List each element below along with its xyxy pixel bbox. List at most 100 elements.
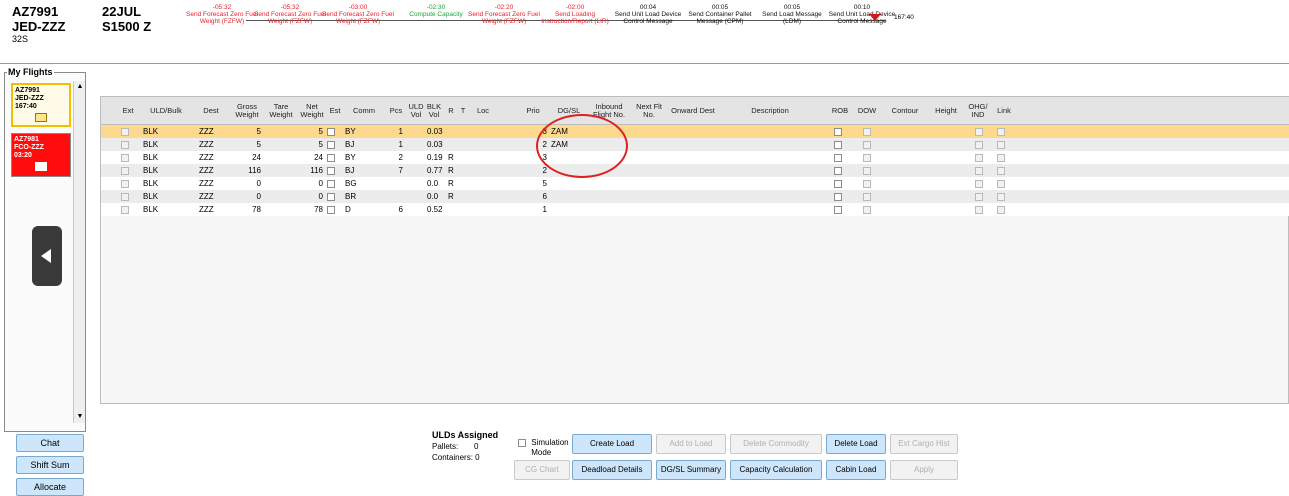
- ohg-checkbox[interactable]: [975, 151, 987, 164]
- checkbox-icon[interactable]: [327, 127, 335, 136]
- col-header[interactable]: ULD Vol: [407, 97, 425, 125]
- dow-checkbox[interactable]: [863, 203, 875, 216]
- col-header[interactable]: Prio: [517, 97, 549, 125]
- allocate-button[interactable]: Allocate: [16, 478, 84, 496]
- checkbox-icon[interactable]: [834, 205, 842, 214]
- timeline-event[interactable]: -02:20 Send Forecast Zero Fuel Weight (FZ…: [468, 4, 540, 25]
- rob-checkbox[interactable]: [834, 151, 846, 164]
- simulation-mode-toggle[interactable]: Simulation Mode: [518, 438, 573, 458]
- checkbox-icon[interactable]: [834, 153, 842, 162]
- checkbox-icon[interactable]: [834, 166, 842, 175]
- link-checkbox[interactable]: [997, 177, 1009, 190]
- est-checkbox[interactable]: [327, 151, 339, 164]
- ohg-checkbox[interactable]: [975, 177, 987, 190]
- checkbox-icon[interactable]: [121, 192, 129, 201]
- est-checkbox[interactable]: [327, 138, 339, 151]
- checkbox-icon[interactable]: [327, 205, 335, 214]
- scroll-up-icon[interactable]: ▲: [75, 81, 85, 93]
- checkbox-icon[interactable]: [975, 205, 983, 214]
- checkbox-icon[interactable]: [834, 140, 842, 149]
- rob-checkbox[interactable]: [834, 177, 846, 190]
- cabin-load-button[interactable]: Cabin Load: [826, 460, 886, 480]
- dow-checkbox[interactable]: [863, 190, 875, 203]
- checkbox-icon[interactable]: [863, 192, 871, 201]
- est-checkbox[interactable]: [327, 125, 339, 138]
- link-checkbox[interactable]: [997, 190, 1009, 203]
- checkbox-icon[interactable]: [975, 153, 983, 162]
- rob-checkbox[interactable]: [834, 190, 846, 203]
- checkbox-icon[interactable]: [997, 153, 1005, 162]
- rob-checkbox[interactable]: [834, 125, 846, 138]
- timeline-event[interactable]: -03:00 Send Forecast Zero Fuel Weight (FZ…: [322, 4, 394, 25]
- checkbox-icon[interactable]: [121, 205, 129, 214]
- checkbox-icon[interactable]: [121, 140, 129, 149]
- checkbox-icon[interactable]: [863, 166, 871, 175]
- dow-checkbox[interactable]: [863, 177, 875, 190]
- ext-checkbox[interactable]: [121, 125, 131, 138]
- ext-checkbox[interactable]: [121, 177, 131, 190]
- checkbox-icon[interactable]: [121, 153, 129, 162]
- col-header[interactable]: OHG/ IND: [965, 97, 991, 125]
- delete-load-button[interactable]: Delete Load: [826, 434, 886, 454]
- table-row[interactable]: BLK ZZZ 78 78 D 6 0.52 1: [101, 203, 1289, 216]
- ext-checkbox[interactable]: [121, 190, 131, 203]
- dow-checkbox[interactable]: [863, 151, 875, 164]
- checkbox-icon[interactable]: [121, 127, 129, 136]
- checkbox-icon[interactable]: [863, 153, 871, 162]
- ohg-checkbox[interactable]: [975, 125, 987, 138]
- ohg-checkbox[interactable]: [975, 138, 987, 151]
- checkbox-icon[interactable]: [975, 166, 983, 175]
- timeline-event[interactable]: -02:30 Compute Capacity: [400, 4, 472, 18]
- flights-scrollbar[interactable]: ▲ ▼: [73, 81, 85, 423]
- checkbox-icon[interactable]: [997, 140, 1005, 149]
- link-checkbox[interactable]: [997, 151, 1009, 164]
- table-row[interactable]: BLK ZZZ 5 5 BY 1 0.03 3 ZAM: [101, 125, 1289, 138]
- checkbox-icon[interactable]: [863, 140, 871, 149]
- checkbox-icon[interactable]: [997, 166, 1005, 175]
- dow-checkbox[interactable]: [863, 164, 875, 177]
- checkbox-icon[interactable]: [863, 127, 871, 136]
- timeline-event[interactable]: 00:10 Send Unit Load Device Control Messa…: [826, 4, 898, 25]
- est-checkbox[interactable]: [327, 164, 339, 177]
- link-checkbox[interactable]: [997, 164, 1009, 177]
- col-header[interactable]: Height: [929, 97, 963, 125]
- checkbox-icon[interactable]: [327, 153, 335, 162]
- timeline-event[interactable]: -05:32 Send Forecast Zero Fuel Weight (FZ…: [186, 4, 258, 25]
- create-load-button[interactable]: Create Load: [572, 434, 652, 454]
- col-header[interactable]: Ext: [118, 97, 138, 125]
- checkbox-icon[interactable]: [834, 179, 842, 188]
- table-row[interactable]: BLK ZZZ 0 0 BR 0.0 R 6: [101, 190, 1289, 203]
- checkbox-icon[interactable]: [327, 179, 335, 188]
- deadload-details-button[interactable]: Deadload Details: [572, 460, 652, 480]
- col-header[interactable]: Description: [717, 97, 823, 125]
- rob-checkbox[interactable]: [834, 138, 846, 151]
- col-header[interactable]: T: [457, 97, 469, 125]
- ext-checkbox[interactable]: [121, 138, 131, 151]
- link-checkbox[interactable]: [997, 203, 1009, 216]
- col-header[interactable]: Loc: [469, 97, 497, 125]
- col-header[interactable]: Net Weight: [299, 97, 325, 125]
- dow-checkbox[interactable]: [863, 125, 875, 138]
- ohg-checkbox[interactable]: [975, 190, 987, 203]
- checkbox-icon[interactable]: [327, 166, 335, 175]
- col-header[interactable]: Est: [327, 97, 343, 125]
- col-header[interactable]: Pcs: [385, 97, 407, 125]
- ext-checkbox[interactable]: [121, 164, 131, 177]
- timeline-event[interactable]: 00:05 Send Load Message (LDM): [756, 4, 828, 25]
- est-checkbox[interactable]: [327, 177, 339, 190]
- col-header[interactable]: Gross Weight: [231, 97, 263, 125]
- col-header[interactable]: DOW: [853, 97, 881, 125]
- ext-checkbox[interactable]: [121, 151, 131, 164]
- checkbox-icon[interactable]: [121, 179, 129, 188]
- checkbox-icon[interactable]: [975, 192, 983, 201]
- checkbox-icon[interactable]: [975, 179, 983, 188]
- col-header[interactable]: ULD/Bulk: [141, 97, 191, 125]
- apply-button[interactable]: Apply: [890, 460, 958, 480]
- checkbox-icon[interactable]: [834, 192, 842, 201]
- envelope-icon[interactable]: [35, 162, 47, 171]
- checkbox-icon[interactable]: [863, 205, 871, 214]
- checkbox-icon[interactable]: [997, 127, 1005, 136]
- checkbox-icon[interactable]: [327, 140, 335, 149]
- collapse-panel-button[interactable]: [32, 226, 62, 286]
- checkbox-icon[interactable]: [834, 127, 842, 136]
